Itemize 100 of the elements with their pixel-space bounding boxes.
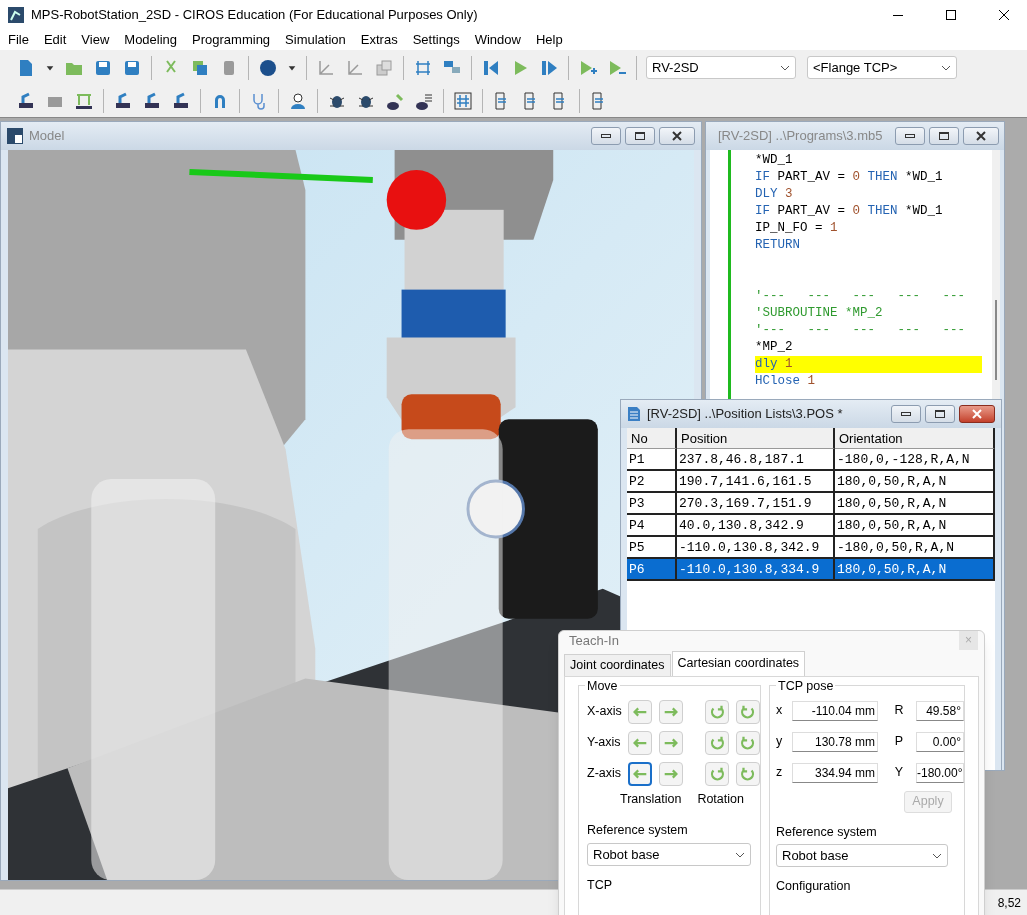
table-cell: P6 (627, 559, 677, 581)
menu-item[interactable]: File (8, 30, 29, 50)
close-button[interactable] (659, 127, 695, 145)
robot-dropdown[interactable]: RV-2SD (646, 56, 796, 79)
coordinate-label: Y (893, 764, 905, 782)
code-line: '--- --- --- --- --- (755, 288, 967, 305)
table-cell: 237.8,46.8,187.1 (677, 449, 835, 471)
code-line: *WD_1 (755, 152, 794, 169)
restore-button[interactable] (928, 127, 959, 145)
arrow-right-button[interactable] (659, 730, 683, 755)
menu-item[interactable]: Help (535, 30, 563, 50)
coordinate-label: P (893, 733, 905, 751)
tab[interactable]: Cartesian coordinates (671, 650, 806, 676)
coordinate-label: R (893, 702, 905, 720)
input-field[interactable]: -110.04 mm (792, 700, 878, 721)
robot-icon[interactable] (171, 90, 191, 111)
tab[interactable]: Joint coordinates (564, 653, 671, 676)
arrow-left-button[interactable] (628, 761, 652, 786)
table-cell: 270.3,169.7,151.9 (677, 493, 835, 515)
menu-item[interactable]: Simulation (285, 30, 346, 50)
table-cell: P3 (627, 493, 677, 515)
table-cell: -110.0,130.8,334.9 (677, 559, 835, 581)
code-line: DLY 3 (755, 186, 794, 203)
menu-item[interactable]: View (81, 30, 110, 50)
minimize-button[interactable] (894, 127, 925, 145)
code-line: RETURN (755, 237, 801, 254)
rotate-right-button[interactable] (736, 699, 760, 724)
robot-icon[interactable] (113, 90, 133, 111)
robot-icon[interactable] (16, 90, 36, 111)
coordinate-label: x (776, 702, 784, 720)
reference-system-label: Reference system (587, 822, 689, 840)
restore-button[interactable] (625, 127, 655, 145)
rotate-left-button[interactable] (705, 730, 729, 755)
table-cell: -180,0,-128,R,A,N (835, 449, 995, 471)
input-field[interactable]: 0.00° (916, 731, 964, 752)
coordinate-label: z (776, 764, 784, 782)
axis-label: Z-axis (587, 765, 623, 783)
input-field[interactable]: -180.00° (916, 762, 964, 783)
app-icon (8, 7, 24, 23)
person-icon[interactable] (288, 90, 308, 111)
chevron-down-icon (941, 64, 951, 71)
close-button[interactable] (959, 405, 995, 423)
close-button[interactable] (962, 127, 999, 145)
table-cell: 180,0,50,R,A,N (835, 471, 995, 493)
tcp-dropdown[interactable]: <Flange TCP> (807, 56, 957, 79)
rotation-label: Rotation (697, 790, 744, 808)
column-header[interactable]: No (627, 428, 677, 449)
table-cell: P1 (627, 449, 677, 471)
tcp-label: TCP (587, 877, 613, 894)
reference-system-label: Reference system (776, 823, 878, 841)
fit-icon[interactable] (453, 90, 473, 111)
code-line: IP_N_FO = 1 (755, 220, 839, 237)
window-title: [RV-2SD] ..\Position Lists\3.POS * (647, 405, 843, 424)
input-field[interactable]: 49.58° (916, 700, 964, 721)
stacked-squares-icon[interactable] (374, 57, 394, 78)
table-cell: 40.0,130.8,342.9 (677, 515, 835, 537)
table-cell: P2 (627, 471, 677, 493)
column-header[interactable]: Orientation (835, 428, 995, 449)
axis-label: X-axis (587, 703, 623, 721)
minimize-button[interactable] (891, 405, 921, 423)
scrollbar-thumb[interactable] (995, 300, 997, 380)
menu-item[interactable]: Programming (192, 30, 271, 50)
configuration-label: Configuration (776, 878, 852, 896)
rotate-left-button[interactable] (705, 761, 729, 786)
reference-system-dropdown[interactable]: Robot base (776, 844, 948, 868)
coordinate-label: y (776, 733, 784, 751)
restore-button[interactable] (925, 405, 955, 423)
rotate-right-button[interactable] (736, 730, 760, 755)
rotate-right-button[interactable] (736, 761, 760, 786)
code-line: *MP_2 (755, 339, 794, 356)
menu-item[interactable]: Extras (360, 30, 398, 50)
column-header[interactable]: Position (677, 428, 835, 449)
robot-icon[interactable] (142, 90, 162, 111)
menu-item[interactable]: Edit (43, 30, 67, 50)
chevron-down-icon (735, 851, 745, 858)
code-line: IF PART_AV = 0 THEN *WD_1 (755, 169, 944, 186)
document-icon (627, 406, 641, 422)
arrow-right-button[interactable] (659, 699, 683, 724)
translation-label: Translation (620, 790, 682, 808)
close-icon (975, 131, 986, 141)
code-line: IF PART_AV = 0 THEN *WD_1 (755, 203, 944, 220)
arrow-right-button[interactable] (659, 761, 683, 786)
close-icon (972, 409, 982, 419)
table-cell: 180,0,50,R,A,N (835, 559, 995, 581)
close-icon (999, 10, 1009, 20)
minimize-button[interactable] (591, 127, 621, 145)
table-cell: 180,0,50,R,A,N (835, 515, 995, 537)
menu-item[interactable]: Modeling (124, 30, 178, 50)
window-title: Model (29, 127, 65, 146)
close-icon (672, 131, 682, 141)
reference-system-dropdown[interactable]: Robot base (587, 843, 751, 866)
rotate-left-button[interactable] (705, 699, 729, 724)
globe-icon[interactable] (258, 57, 278, 78)
axis-label: Y-axis (587, 734, 622, 752)
code-line: '--- --- --- --- --- (755, 322, 967, 339)
menu-item[interactable]: Settings (412, 30, 460, 50)
menu-item[interactable]: Window (474, 30, 521, 50)
input-field[interactable]: 130.78 mm (792, 731, 878, 752)
table-cell: 190.7,141.6,161.5 (677, 471, 835, 493)
input-field[interactable]: 334.94 mm (792, 762, 878, 783)
